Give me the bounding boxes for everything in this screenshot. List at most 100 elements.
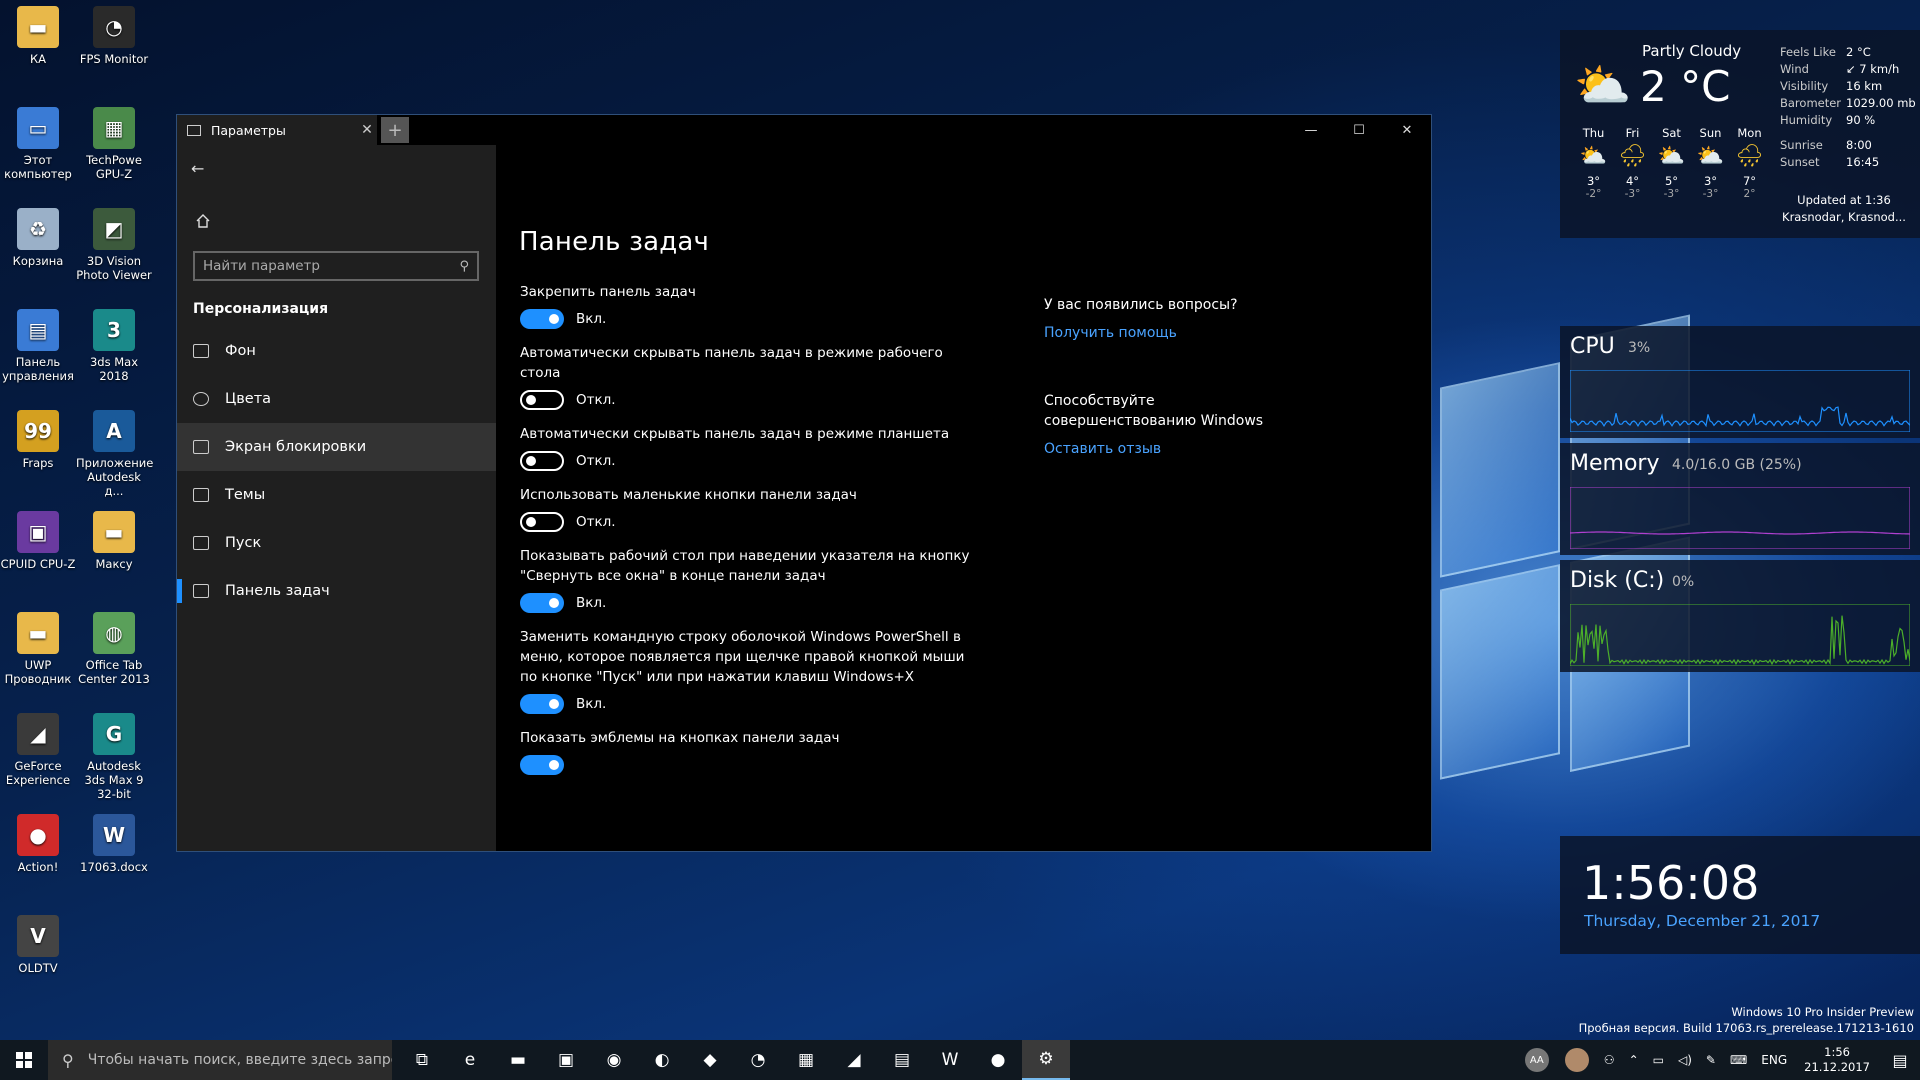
taskbar-app-cpu-z[interactable]: ▦ bbox=[782, 1040, 830, 1080]
taskbar-app-maps[interactable]: ◆ bbox=[686, 1040, 734, 1080]
taskbar-icon bbox=[193, 584, 209, 598]
sidebar-item-label: Темы bbox=[225, 487, 266, 503]
desktop-icon[interactable]: ♻ Корзина bbox=[0, 208, 76, 268]
taskbar-search-input[interactable] bbox=[87, 1052, 392, 1068]
toggle-switch[interactable] bbox=[520, 309, 564, 329]
home-icon[interactable] bbox=[195, 213, 211, 228]
memory-title: Memory bbox=[1570, 451, 1660, 476]
settings-search-box[interactable]: ⚲ bbox=[193, 251, 479, 281]
desktop-icon[interactable]: ▬ Максу bbox=[76, 511, 152, 571]
desktop-icon-label: CPUID CPU-Z bbox=[0, 557, 76, 571]
toggle-switch[interactable] bbox=[520, 451, 564, 471]
desktop-icon[interactable]: ◍ Office Tab Center 2013 bbox=[76, 612, 152, 686]
get-help-link[interactable]: Получить помощь bbox=[1044, 323, 1304, 343]
taskbar-app-action[interactable]: ● bbox=[974, 1040, 1022, 1080]
sidebar-item-themes[interactable]: Темы bbox=[177, 471, 496, 519]
desktop-icon-image: ▦ bbox=[93, 107, 135, 149]
pen-icon[interactable]: ✎ bbox=[1699, 1053, 1723, 1067]
taskbar-app-edge[interactable]: e bbox=[446, 1040, 494, 1080]
window-titlebar[interactable]: Параметры ✕ + — ☐ ✕ bbox=[177, 115, 1431, 145]
brush-icon bbox=[193, 488, 209, 502]
desktop-icon-image: ▤ bbox=[17, 309, 59, 351]
explorer-icon: ▬ bbox=[509, 1050, 527, 1070]
minimize-button[interactable]: — bbox=[1287, 115, 1335, 145]
help-question-title: У вас появились вопросы? bbox=[1044, 297, 1238, 313]
taskbar-app-chrome[interactable]: ◉ bbox=[590, 1040, 638, 1080]
avatar-photo[interactable] bbox=[1564, 1048, 1589, 1072]
taskbar-app-folder-app[interactable]: ◢ bbox=[830, 1040, 878, 1080]
desktop-icon-image: W bbox=[93, 814, 135, 856]
watermark-build: Пробная версия. Build 17063.rs_prereleas… bbox=[1578, 1021, 1914, 1035]
toggle-switch[interactable] bbox=[520, 694, 564, 714]
toggle-switch[interactable] bbox=[520, 593, 564, 613]
desktop-icon[interactable]: ◔ FPS Monitor bbox=[76, 6, 152, 66]
desktop-icon-image: 3 bbox=[93, 309, 135, 351]
toggle-switch[interactable] bbox=[520, 512, 564, 532]
weather-detail-row: Visibility 16 km bbox=[1780, 79, 1883, 93]
desktop-icon[interactable]: ◩ 3D Vision Photo Viewer bbox=[76, 208, 152, 282]
desktop-icon[interactable]: 3 3ds Max 2018 bbox=[76, 309, 152, 383]
tab-settings[interactable]: Параметры ✕ bbox=[177, 115, 377, 145]
gpu-z-icon: ▤ bbox=[893, 1050, 911, 1070]
cpu-widget[interactable]: CPU 3% bbox=[1560, 326, 1920, 438]
sidebar-item-lock-screen[interactable]: Экран блокировки bbox=[177, 423, 496, 471]
sidebar-item-start[interactable]: Пуск bbox=[177, 519, 496, 567]
new-tab-button[interactable]: + bbox=[381, 117, 409, 143]
desktop-icon-image: ▣ bbox=[17, 511, 59, 553]
taskbar-app-fps-monitor[interactable]: ◔ bbox=[734, 1040, 782, 1080]
desktop-icon[interactable]: ◢ GeForce Experience bbox=[0, 713, 76, 787]
desktop-icon-image: 99 bbox=[17, 410, 59, 452]
start-button[interactable] bbox=[0, 1040, 48, 1080]
desktop-icon[interactable]: ▤ Панель управления bbox=[0, 309, 76, 383]
chevron-up-icon[interactable]: ⌃ bbox=[1622, 1053, 1646, 1067]
maximize-button[interactable]: ☐ bbox=[1335, 115, 1383, 145]
taskbar-app-settings[interactable]: ⚙ bbox=[1022, 1040, 1070, 1080]
taskbar-app-task-view[interactable]: ⧉ bbox=[398, 1040, 446, 1080]
tab-close-icon[interactable]: ✕ bbox=[357, 122, 377, 138]
weather-icon: 🌧 bbox=[1618, 144, 1647, 169]
desktop-icon[interactable]: ▬ КА bbox=[0, 6, 76, 66]
sidebar-item-background[interactable]: Фон bbox=[177, 327, 496, 375]
taskbar-app-steam[interactable]: ◐ bbox=[638, 1040, 686, 1080]
people-icon[interactable]: ⚇ bbox=[1597, 1053, 1622, 1067]
disk-widget[interactable]: Disk (C:) 0% bbox=[1560, 560, 1920, 672]
desktop-icon-label: Этот компьютер bbox=[4, 153, 72, 181]
desktop-icon[interactable]: A Приложение Autodesk д... bbox=[76, 410, 153, 498]
clock-widget[interactable]: 1:56:08 Thursday, December 21, 2017 bbox=[1560, 836, 1920, 954]
toggle-switch[interactable] bbox=[520, 390, 564, 410]
settings-search-input[interactable] bbox=[203, 258, 460, 274]
tray-clock[interactable]: 1:56 21.12.2017 bbox=[1794, 1045, 1880, 1075]
language-indicator[interactable]: ENG bbox=[1754, 1053, 1794, 1067]
network-icon[interactable]: ▭ bbox=[1646, 1053, 1671, 1067]
desktop-icon[interactable]: ▣ CPUID CPU-Z bbox=[0, 511, 76, 571]
taskbar-app-gpu-z[interactable]: ▤ bbox=[878, 1040, 926, 1080]
weather-widget[interactable]: ⛅ Partly Cloudy 2 °C Feels Like 2 °C Wind ↙… bbox=[1560, 30, 1920, 238]
volume-icon[interactable]: ◁) bbox=[1671, 1053, 1699, 1067]
setting-item: Автоматически скрывать панель задач в ре… bbox=[520, 343, 980, 410]
desktop-icon[interactable]: G Autodesk 3ds Max 9 32-bit bbox=[76, 713, 152, 801]
search-icon[interactable]: ⚲ bbox=[459, 259, 469, 274]
sidebar-item-colors[interactable]: Цвета bbox=[177, 375, 496, 423]
desktop-icon[interactable]: ▭ Этот компьютер bbox=[0, 107, 76, 181]
toggle-switch[interactable] bbox=[520, 755, 564, 775]
desktop-icon[interactable]: 99 Fraps bbox=[0, 410, 76, 470]
keyboard-icon[interactable]: ⌨ bbox=[1723, 1053, 1754, 1067]
taskbar-app-store[interactable]: ▣ bbox=[542, 1040, 590, 1080]
desktop-icon[interactable]: ● Action! bbox=[0, 814, 76, 874]
desktop-icon[interactable]: ▬ UWP Проводник bbox=[0, 612, 76, 686]
memory-widget[interactable]: Memory 4.0/16.0 GB (25%) bbox=[1560, 443, 1920, 555]
give-feedback-link[interactable]: Оставить отзыв bbox=[1044, 439, 1304, 459]
taskbar-search-box[interactable]: ⚲ bbox=[48, 1040, 392, 1080]
action-center-icon[interactable]: ▤ bbox=[1880, 1051, 1920, 1070]
close-button[interactable]: ✕ bbox=[1383, 115, 1431, 145]
taskbar-app-word[interactable]: W bbox=[926, 1040, 974, 1080]
sidebar-item-taskbar[interactable]: Панель задач bbox=[177, 567, 496, 615]
back-arrow-icon[interactable]: ← bbox=[191, 159, 204, 178]
desktop-icon[interactable]: V OLDTV bbox=[0, 915, 76, 975]
taskbar-app-explorer[interactable]: ▬ bbox=[494, 1040, 542, 1080]
avatar[interactable]: AA bbox=[1524, 1048, 1549, 1072]
setting-label: Использовать маленькие кнопки панели зад… bbox=[520, 487, 857, 503]
desktop-icon[interactable]: ▦ TechPowe GPU-Z bbox=[76, 107, 152, 181]
desktop-icon[interactable]: W 17063.docx bbox=[76, 814, 152, 874]
cpu-value: 3% bbox=[1628, 340, 1651, 356]
